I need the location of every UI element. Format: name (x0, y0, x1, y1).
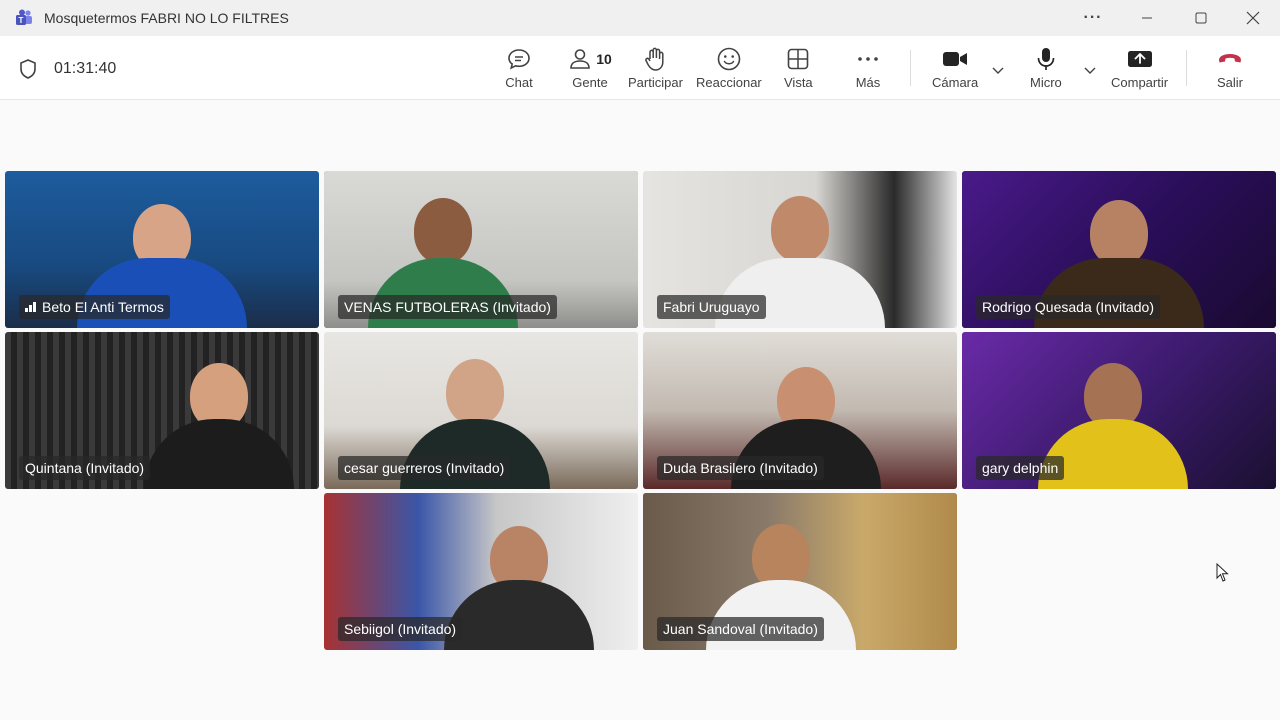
maximize-icon[interactable] (1176, 0, 1226, 36)
minimize-icon[interactable] (1122, 0, 1172, 36)
video-tile[interactable]: gary delphin (962, 332, 1276, 489)
microphone-icon (1032, 46, 1060, 72)
chat-button[interactable]: Chat (505, 46, 533, 94)
meeting-toolbar: 01:31:40 Chat 10 Gente Participar Reacci… (0, 36, 1280, 100)
participant-figure (1090, 200, 1148, 266)
more-button[interactable]: Más (854, 46, 882, 94)
react-label: Reaccionar (696, 75, 762, 90)
chat-label: Chat (505, 75, 533, 90)
participant-name-tag: gary delphin (976, 456, 1065, 480)
chat-icon (505, 46, 533, 72)
camera-button[interactable]: Cámara (932, 46, 978, 94)
microphone-label: Micro (1030, 75, 1062, 90)
signal-strength-icon (25, 302, 36, 312)
microphone-button[interactable]: Micro (1030, 46, 1062, 94)
participant-name: Beto El Anti Termos (42, 299, 164, 315)
toolbar-separator (1186, 50, 1187, 86)
window-titlebar: T Mosquetermos FABRI NO LO FILTRES ··· (0, 0, 1280, 36)
svg-text:T: T (19, 16, 24, 25)
participant-name-tag: Sebiigol (Invitado) (338, 617, 463, 641)
leave-button[interactable]: Salir (1216, 46, 1244, 94)
participant-name-tag: Duda Brasilero (Invitado) (657, 456, 824, 480)
share-button[interactable]: Compartir (1111, 46, 1168, 94)
participant-figure (414, 198, 473, 264)
video-tile[interactable]: cesar guerreros (Invitado) (324, 332, 638, 489)
toolbar-separator (910, 50, 911, 86)
video-tile[interactable]: Juan Sandoval (Invitado) (643, 493, 957, 650)
participant-name: Quintana (Invitado) (25, 460, 145, 476)
hang-up-phone-icon (1216, 46, 1244, 72)
close-icon[interactable] (1228, 0, 1278, 36)
shield-icon (20, 59, 36, 79)
raise-hand-icon (641, 46, 669, 72)
window-title: Mosquetermos FABRI NO LO FILTRES (44, 10, 289, 26)
video-tile[interactable]: Fabri Uruguayo (643, 171, 957, 328)
participant-name-tag: cesar guerreros (Invitado) (338, 456, 511, 480)
more-label: Más (855, 75, 881, 90)
participant-name: Duda Brasilero (Invitado) (663, 460, 818, 476)
video-tile[interactable]: VENAS FUTBOLERAS (Invitado) (324, 171, 638, 328)
participant-name-tag: Quintana (Invitado) (19, 456, 151, 480)
raise-hand-button[interactable]: Participar (628, 46, 683, 94)
share-label: Compartir (1111, 75, 1169, 90)
video-tile[interactable]: Beto El Anti Termos (5, 171, 319, 328)
participant-name-tag: Rodrigo Quesada (Invitado) (976, 295, 1160, 319)
mouse-cursor-icon (1216, 563, 1229, 582)
leave-label: Salir (1216, 75, 1243, 90)
grid-view-icon (784, 46, 812, 72)
video-camera-icon (941, 46, 969, 72)
people-icon (570, 49, 591, 69)
participant-name: gary delphin (982, 460, 1059, 476)
participant-name-tag: Juan Sandoval (Invitado) (657, 617, 824, 641)
camera-label: Cámara (932, 75, 979, 90)
video-tile[interactable]: Sebiigol (Invitado) (324, 493, 638, 650)
people-icon-group: 10 (566, 46, 614, 72)
participant-name-tag: Fabri Uruguayo (657, 295, 766, 319)
video-tile[interactable]: Quintana (Invitado) (5, 332, 319, 489)
participant-name-tag: VENAS FUTBOLERAS (Invitado) (338, 295, 557, 319)
microphone-options-chevron-down-icon[interactable] (1082, 64, 1098, 76)
react-button[interactable]: Reaccionar (696, 46, 762, 94)
share-screen-icon (1126, 46, 1154, 72)
participant-name: Juan Sandoval (Invitado) (663, 621, 818, 637)
camera-options-chevron-down-icon[interactable] (990, 64, 1006, 76)
video-tile[interactable]: Rodrigo Quesada (Invitado) (962, 171, 1276, 328)
more-dots-icon (854, 46, 882, 72)
people-label: Gente (572, 75, 608, 90)
view-label: Vista (784, 75, 813, 90)
participant-name: cesar guerreros (Invitado) (344, 460, 505, 476)
participant-name-tag: Beto El Anti Termos (19, 295, 170, 319)
more-options-icon[interactable]: ··· (1068, 0, 1118, 36)
smiley-icon (715, 46, 743, 72)
raise-hand-label: Participar (628, 75, 683, 90)
video-tile[interactable]: Duda Brasilero (Invitado) (643, 332, 957, 489)
participant-figure (445, 359, 504, 425)
participant-name: Rodrigo Quesada (Invitado) (982, 299, 1154, 315)
participant-name: VENAS FUTBOLERAS (Invitado) (344, 299, 551, 315)
people-count: 10 (596, 51, 612, 67)
view-button[interactable]: Vista (784, 46, 813, 94)
meeting-timer: 01:31:40 (54, 60, 117, 77)
participant-name: Sebiigol (Invitado) (344, 621, 457, 637)
teams-app-icon: T (16, 9, 32, 25)
participant-figure (771, 196, 829, 262)
people-button[interactable]: 10 Gente (566, 46, 614, 94)
participant-name: Fabri Uruguayo (663, 299, 760, 315)
